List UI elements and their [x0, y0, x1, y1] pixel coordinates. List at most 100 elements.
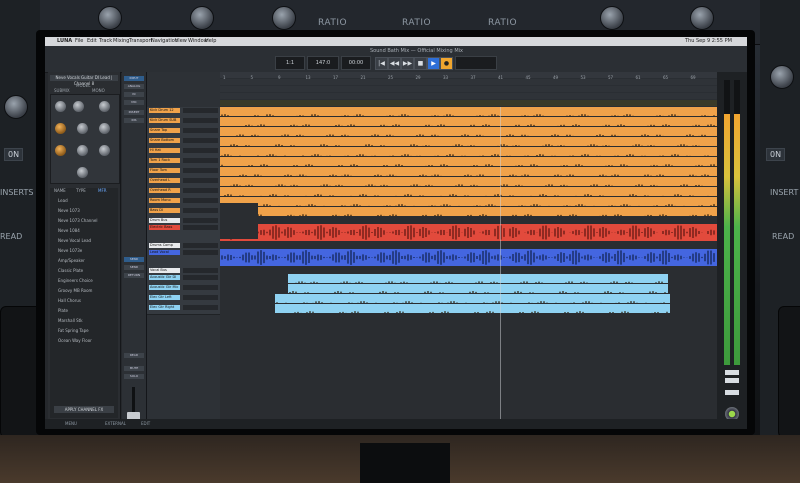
audio-clip[interactable]: [220, 107, 717, 116]
tempo-lane[interactable]: [220, 79, 717, 85]
plugin-knob[interactable]: [55, 123, 66, 134]
strip-return-button[interactable]: RETURN: [124, 273, 144, 278]
strip-send-button[interactable]: SEND: [124, 257, 144, 262]
audio-clip[interactable]: [220, 207, 717, 216]
track-name[interactable]: Elec Gtr Right: [149, 305, 180, 310]
track-controls[interactable]: [183, 243, 218, 248]
menu-transport[interactable]: Transport: [129, 38, 152, 44]
audio-clip[interactable]: [220, 224, 717, 241]
track-controls[interactable]: [183, 128, 218, 133]
track-controls[interactable]: [183, 168, 218, 173]
track-controls[interactable]: [183, 305, 218, 310]
track-name[interactable]: Electric Bass: [149, 225, 180, 230]
audio-clip[interactable]: [220, 137, 717, 146]
audio-clip[interactable]: [220, 147, 717, 156]
track-name[interactable]: Hi Hat: [149, 148, 180, 153]
plugin-knob[interactable]: [55, 145, 66, 156]
track-name[interactable]: Drum Bus: [149, 218, 180, 223]
plugin-item[interactable]: Fat Spring Tape: [58, 328, 89, 333]
track-name[interactable]: Lead Vocal: [149, 250, 180, 255]
track-header[interactable]: Electric Bass: [147, 224, 220, 243]
track-name[interactable]: Bass DI: [149, 208, 180, 213]
audio-clip[interactable]: [220, 167, 717, 176]
track-name[interactable]: Acoustic Gtr DI: [149, 275, 180, 280]
status-external[interactable]: EXTERNAL: [105, 421, 126, 426]
menu-track[interactable]: Track: [99, 38, 112, 44]
plugin-knob[interactable]: [77, 145, 88, 156]
track-name[interactable]: Vocal Bus: [149, 268, 180, 273]
plugin-item[interactable]: Plate: [58, 308, 68, 313]
track-name[interactable]: Overhead L: [149, 178, 180, 183]
track-controls[interactable]: [183, 250, 218, 255]
track-controls[interactable]: [183, 138, 218, 143]
plugin-item[interactable]: Neve 1084: [58, 228, 80, 233]
play-button[interactable]: ▶: [427, 57, 440, 70]
track-controls[interactable]: [183, 198, 218, 203]
mono-label[interactable]: MONO: [92, 88, 105, 93]
audio-clip[interactable]: [220, 117, 717, 126]
strip-analog-button[interactable]: ANALOG: [124, 84, 144, 89]
track-controls[interactable]: [183, 178, 218, 183]
apply-fx-button[interactable]: APPLY CHANNEL FX: [54, 406, 114, 413]
plugin-item[interactable]: Lead: [58, 198, 68, 203]
track-controls[interactable]: [183, 268, 218, 273]
tab-type[interactable]: TYPE: [76, 188, 86, 194]
audio-clip[interactable]: [275, 304, 670, 313]
track-header[interactable]: Lead Vocal: [147, 249, 220, 268]
counter-time[interactable]: 00:00: [341, 56, 371, 70]
master-button[interactable]: [725, 378, 739, 383]
audio-clip[interactable]: [220, 127, 717, 136]
track-name[interactable]: Kick Drum SUB: [149, 118, 180, 123]
track-controls[interactable]: [183, 275, 218, 280]
strip-input-button[interactable]: INPUT: [124, 76, 144, 81]
strip-read-button[interactable]: READ: [124, 353, 144, 358]
status-menu[interactable]: MENU: [65, 421, 77, 426]
plugin-knob[interactable]: [99, 123, 110, 134]
menu-help[interactable]: Help: [205, 38, 216, 44]
stop-button[interactable]: ■: [414, 57, 427, 70]
plugin-knob[interactable]: [77, 123, 88, 134]
plugin-item[interactable]: Neve 1073 Channel: [58, 218, 97, 223]
plugin-item[interactable]: Ocean Way Floor: [58, 338, 92, 343]
strip-mic-button[interactable]: MIC: [124, 100, 144, 105]
track-controls[interactable]: [183, 285, 218, 290]
track-name[interactable]: Room Mono: [149, 198, 180, 203]
playhead[interactable]: [500, 107, 501, 429]
track-header[interactable]: Elec Gtr Right: [147, 304, 220, 315]
plugin-knob[interactable]: [77, 167, 88, 178]
channel-header[interactable]: Neve Vocals Guitar DI Lead | Channel 8: [50, 75, 118, 86]
plugin-knob[interactable]: [99, 101, 110, 112]
track-name[interactable]: Elec Gtr Left: [149, 295, 180, 300]
plugin-item[interactable]: Marshall Stk: [58, 318, 83, 323]
counter-left[interactable]: 1:1: [275, 56, 305, 70]
track-controls[interactable]: [183, 158, 218, 163]
signature-lane[interactable]: [220, 86, 717, 92]
strip-send-button[interactable]: SEND: [124, 265, 144, 270]
arrangement-view[interactable]: [220, 107, 717, 429]
track-name[interactable]: Snare Top: [149, 128, 180, 133]
plugin-item[interactable]: Groovy MB Room: [58, 288, 92, 293]
tab-name[interactable]: NAME: [54, 188, 66, 194]
menu-view[interactable]: View: [175, 38, 187, 44]
track-controls[interactable]: [183, 295, 218, 300]
plugin-item[interactable]: Neve 1073: [58, 208, 80, 213]
strip-in-button[interactable]: IN: [124, 92, 144, 97]
menu-navigation[interactable]: Navigation: [151, 38, 178, 44]
plugin-item[interactable]: Hall Chorus: [58, 298, 81, 303]
audio-clip[interactable]: [220, 197, 717, 206]
submix-label[interactable]: SUBMIX: [54, 88, 70, 93]
audio-clip[interactable]: [220, 249, 717, 266]
bar-ruler[interactable]: [220, 72, 717, 78]
strip-solo-button[interactable]: SOLO: [124, 374, 144, 379]
plugin-knob[interactable]: [55, 101, 66, 112]
track-name[interactable]: Tom 1 Rack: [149, 158, 180, 163]
counter-position[interactable]: 147:0: [307, 56, 339, 70]
rewind-button[interactable]: ◀◀: [388, 57, 401, 70]
strip-insert-button[interactable]: INSERT: [124, 110, 144, 115]
audio-clip[interactable]: [220, 157, 717, 166]
audio-clip[interactable]: [220, 187, 717, 196]
fast-forward-button[interactable]: ▶▶: [401, 57, 414, 70]
plugin-item[interactable]: Neve Vocal Lead: [58, 238, 91, 243]
plugin-item[interactable]: Engineers Choice: [58, 278, 93, 283]
return-to-start-button[interactable]: |◀: [375, 57, 388, 70]
